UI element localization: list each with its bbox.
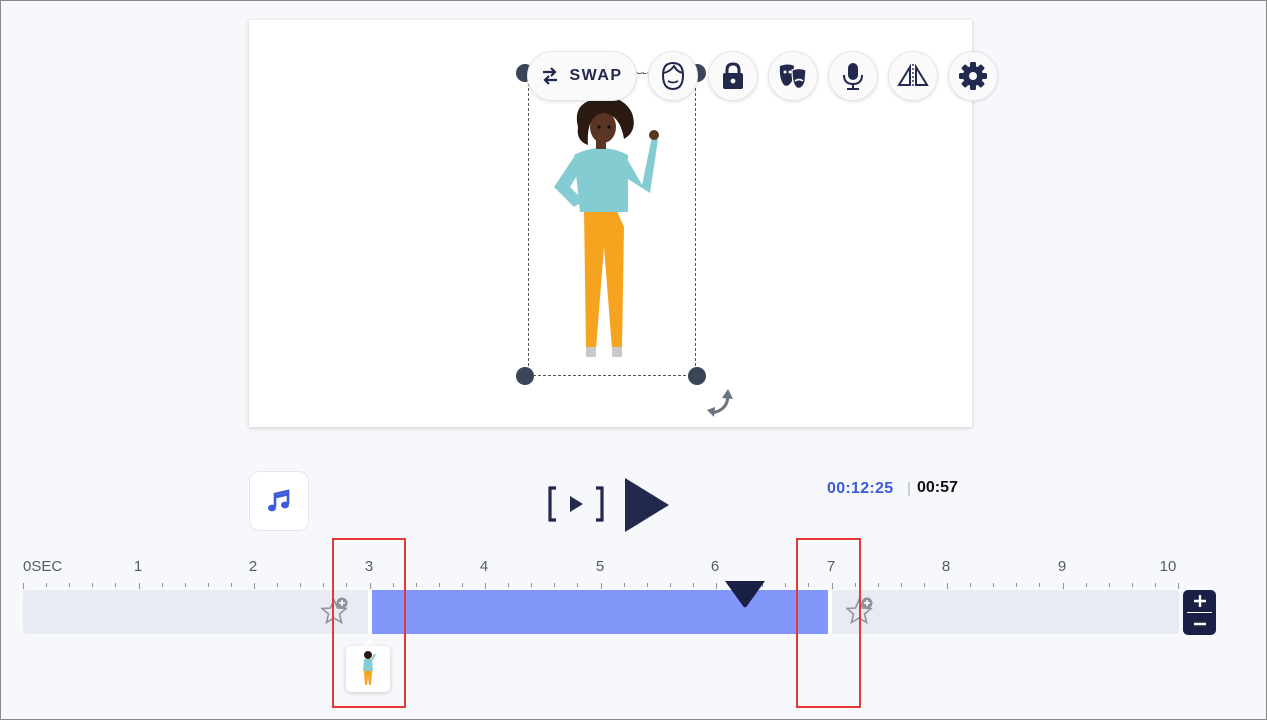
flip-icon — [897, 63, 929, 88]
ruler-minor-tick — [184, 583, 186, 587]
play-icon[interactable] — [623, 477, 671, 533]
ruler-minor-tick — [623, 583, 625, 587]
ruler-major-tick — [23, 583, 24, 589]
ruler-minor-tick — [323, 583, 325, 587]
ruler-label-9: 9 — [1057, 558, 1067, 575]
resize-handle-bottom-right[interactable] — [688, 367, 706, 385]
ruler-label-6: 6 — [710, 558, 720, 575]
rotate-icon[interactable] — [704, 386, 738, 420]
ruler-minor-tick — [993, 583, 995, 587]
ruler-minor-tick — [970, 583, 972, 587]
swap-arrows-icon — [543, 67, 558, 85]
ruler-major-tick — [947, 583, 948, 589]
ruler-label-2: 2 — [248, 558, 258, 575]
face-icon — [661, 61, 685, 91]
ruler-minor-tick — [46, 583, 48, 587]
theater-masks-icon — [779, 64, 807, 89]
lock-icon — [723, 62, 743, 89]
swap-button[interactable]: SWAP — [527, 51, 637, 101]
preview-scene-icon[interactable] — [547, 485, 605, 523]
ruler-minor-tick — [161, 583, 163, 587]
timeline-zoom-control — [1183, 590, 1216, 635]
ruler-major-tick — [1062, 583, 1064, 589]
current-time: 00:12:25 — [827, 480, 894, 497]
ruler-major-tick — [716, 583, 717, 589]
gear-icon — [959, 62, 987, 90]
ruler-minor-tick — [1016, 583, 1018, 587]
ruler-minor-tick — [531, 583, 533, 587]
ruler-minor-tick — [669, 583, 671, 587]
ruler-minor-tick — [1154, 583, 1156, 587]
ruler-major-tick — [600, 583, 602, 589]
voice-button[interactable] — [828, 51, 878, 101]
ruler-minor-tick — [646, 583, 648, 587]
ruler-minor-tick — [785, 583, 787, 587]
playhead-marker[interactable] — [723, 579, 767, 609]
actions-button[interactable] — [768, 51, 818, 101]
ruler-minor-tick — [92, 583, 94, 587]
ruler-major-tick — [1178, 583, 1179, 589]
microphone-icon — [843, 63, 863, 90]
plus-icon — [1193, 595, 1206, 607]
ruler-minor-tick — [277, 583, 279, 587]
minus-icon — [1193, 622, 1206, 626]
ruler-minor-tick — [508, 583, 510, 587]
ruler-label-5: 5 — [595, 558, 605, 575]
ruler-minor-tick — [554, 583, 556, 587]
ruler-label-1: 1 — [133, 558, 143, 575]
total-time: 00:57 — [917, 479, 958, 496]
ruler-major-tick — [254, 583, 255, 589]
ruler-minor-tick — [1131, 583, 1133, 587]
ruler-minor-tick — [923, 583, 925, 587]
flip-button[interactable] — [888, 51, 938, 101]
ruler-major-tick — [485, 583, 486, 589]
ruler-minor-tick — [230, 583, 232, 587]
character-woman[interactable] — [546, 97, 661, 369]
ruler-minor-tick — [69, 583, 71, 587]
ruler-minor-tick — [577, 583, 579, 587]
ruler-minor-tick — [1039, 583, 1041, 587]
settings-button[interactable] — [948, 51, 998, 101]
ruler-minor-tick — [207, 583, 209, 587]
ruler-minor-tick — [1108, 583, 1110, 587]
music-note-icon — [268, 489, 290, 512]
ruler-label-0: 0SEC — [23, 558, 63, 575]
highlight-box-start — [332, 538, 406, 708]
ruler-minor-tick — [415, 583, 417, 587]
swap-label: SWAP — [569, 67, 623, 84]
highlight-box-end — [796, 538, 861, 708]
ruler-minor-tick — [877, 583, 879, 587]
ruler-minor-tick — [1085, 583, 1087, 587]
ruler-minor-tick — [438, 583, 440, 587]
lock-button[interactable] — [708, 51, 758, 101]
resize-handle-bottom-left[interactable] — [516, 367, 534, 385]
zoom-out-button[interactable] — [1183, 613, 1216, 635]
music-button[interactable] — [249, 471, 309, 531]
ruler-minor-tick — [461, 583, 463, 587]
ruler-label-4: 4 — [479, 558, 489, 575]
face-button[interactable] — [648, 51, 698, 101]
zoom-in-button[interactable] — [1183, 590, 1216, 612]
ruler-minor-tick — [300, 583, 302, 587]
ruler-minor-tick — [900, 583, 902, 587]
ruler-label-10: 10 — [1159, 558, 1177, 575]
time-separator — [908, 482, 910, 496]
ruler-major-tick — [138, 583, 140, 589]
ruler-minor-tick — [692, 583, 694, 587]
ruler-minor-tick — [115, 583, 117, 587]
ruler-label-8: 8 — [941, 558, 951, 575]
